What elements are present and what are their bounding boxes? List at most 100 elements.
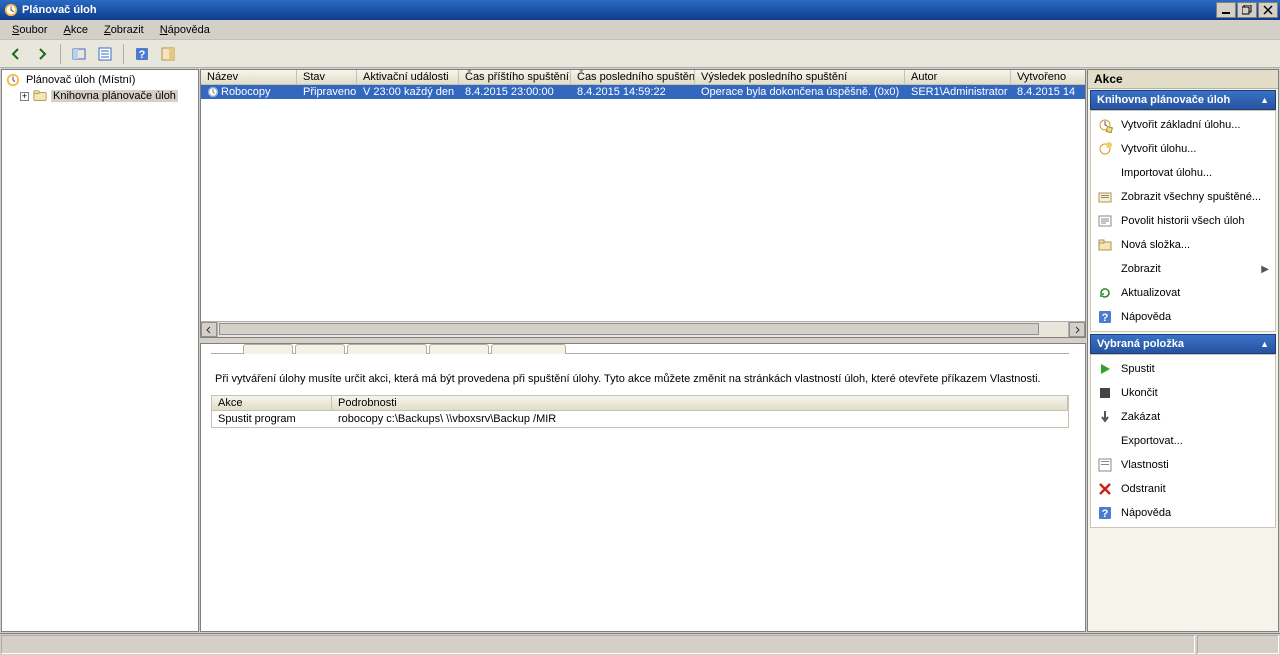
tree-root-label: Plánovač úloh (Místní): [24, 74, 137, 86]
cell-next-run: 8.4.2015 23:00:00: [459, 85, 571, 99]
menu-bar: Soubor Akce Zobrazit Nápověda: [0, 20, 1280, 40]
action-create-basic-task[interactable]: Vytvořit základní úlohu...: [1091, 113, 1275, 137]
task-list: Název Stav Aktivační události Čas příští…: [200, 69, 1086, 338]
cell-created: 8.4.2015 14: [1011, 85, 1085, 99]
actions-table: Akce Podrobnosti Spustit program robocop…: [211, 395, 1069, 428]
tree-root[interactable]: Plánovač úloh (Místní): [2, 72, 198, 88]
action-run[interactable]: Spustit: [1091, 357, 1275, 381]
collapse-icon: ▲: [1260, 95, 1269, 105]
tree-pane: Plánovač úloh (Místní) + Knihovna plánov…: [1, 69, 199, 632]
forward-button[interactable]: [30, 42, 54, 66]
refresh-icon: [1097, 285, 1113, 301]
menu-file[interactable]: Soubor: [4, 22, 55, 38]
cell-last-result: Operace byla dokončena úspěšně. (0x0): [695, 85, 905, 99]
stop-icon: [1097, 385, 1113, 401]
tab-stub[interactable]: [491, 344, 566, 354]
cell-details: robocopy c:\Backups\ \\vboxsrv\Backup /M…: [332, 411, 1068, 427]
cell-name: Robocopy: [221, 86, 271, 98]
action-create-task[interactable]: Vytvořit úlohu...: [1091, 137, 1275, 161]
clock-icon: [6, 73, 20, 87]
action-show-running[interactable]: Zobrazit všechny spuštěné...: [1091, 185, 1275, 209]
col-action[interactable]: Akce: [212, 396, 332, 410]
tree-library-label: Knihovna plánovače úloh: [51, 90, 178, 102]
col-last-run[interactable]: Čas posledního spuštění: [571, 70, 695, 84]
wizard-icon: [1097, 117, 1113, 133]
tab-stub[interactable]: [243, 344, 293, 354]
cell-triggers: V 23:00 každý den: [357, 85, 459, 99]
disable-icon: [1097, 409, 1113, 425]
help-icon: ?: [1097, 309, 1113, 325]
help-button[interactable]: ?: [130, 42, 154, 66]
action-disable[interactable]: Zakázat: [1091, 405, 1275, 429]
action-group-selected[interactable]: Vybraná položka ▲: [1090, 334, 1276, 354]
svg-text:?: ?: [139, 49, 146, 61]
action-view[interactable]: Zobrazit ▶: [1091, 257, 1275, 281]
col-created[interactable]: Vytvořeno: [1011, 70, 1086, 84]
expander-icon[interactable]: +: [20, 92, 29, 101]
cell-last-run: 8.4.2015 14:59:22: [571, 85, 695, 99]
window-title: Plánovač úloh: [22, 4, 97, 16]
actions-pane-toggle[interactable]: [156, 42, 180, 66]
cell-action: Spustit program: [212, 411, 332, 427]
menu-action[interactable]: Akce: [55, 22, 95, 38]
action-row[interactable]: Spustit program robocopy c:\Backups\ \\v…: [212, 411, 1068, 427]
properties-icon: [1097, 457, 1113, 473]
col-triggers[interactable]: Aktivační události: [357, 70, 459, 84]
cell-state: Připraveno: [297, 85, 357, 99]
tab-stub[interactable]: [295, 344, 345, 354]
tab-stub[interactable]: [347, 344, 427, 354]
col-author[interactable]: Autor: [905, 70, 1011, 84]
app-icon: [4, 3, 18, 17]
restore-button[interactable]: [1237, 2, 1257, 18]
library-icon: [33, 89, 47, 103]
menu-view[interactable]: Zobrazit: [96, 22, 152, 38]
action-group-library[interactable]: Knihovna plánovače úloh ▲: [1090, 90, 1276, 110]
action-enable-history[interactable]: Povolit historii všech úloh: [1091, 209, 1275, 233]
title-bar: Plánovač úloh: [0, 0, 1280, 20]
task-icon: [207, 86, 219, 98]
col-last-result[interactable]: Výsledek posledního spuštění: [695, 70, 905, 84]
col-name[interactable]: Název: [201, 70, 297, 84]
svg-text:?: ?: [1102, 312, 1109, 324]
task-row[interactable]: Robocopy Připraveno V 23:00 každý den 8.…: [201, 85, 1085, 99]
action-export[interactable]: Exportovat...: [1091, 429, 1275, 453]
history-icon: [1097, 213, 1113, 229]
new-task-icon: [1097, 141, 1113, 157]
svg-text:?: ?: [1102, 508, 1109, 520]
action-refresh[interactable]: Aktualizovat: [1091, 281, 1275, 305]
action-import-task[interactable]: Importovat úlohu...: [1091, 161, 1275, 185]
chevron-right-icon: ▶: [1261, 264, 1269, 275]
export-icon: [1097, 433, 1113, 449]
action-new-folder[interactable]: Nová složka...: [1091, 233, 1275, 257]
grid-header: Název Stav Aktivační události Čas příští…: [201, 70, 1085, 85]
tree-library[interactable]: + Knihovna plánovače úloh: [2, 88, 198, 104]
action-help-selected[interactable]: ? Nápověda: [1091, 501, 1275, 525]
detail-pane: Při vytváření úlohy musíte určit akci, k…: [200, 343, 1086, 632]
col-next-run[interactable]: Čas příštího spuštění: [459, 70, 571, 84]
menu-help[interactable]: Nápověda: [152, 22, 218, 38]
scroll-right-icon[interactable]: [1069, 322, 1085, 337]
status-bar: [0, 633, 1280, 655]
scroll-thumb[interactable]: [219, 323, 1039, 335]
col-state[interactable]: Stav: [297, 70, 357, 84]
collapse-icon: ▲: [1260, 339, 1269, 349]
tab-stub[interactable]: [429, 344, 489, 354]
action-properties[interactable]: Vlastnosti: [1091, 453, 1275, 477]
horizontal-scrollbar[interactable]: [201, 321, 1085, 337]
running-tasks-icon: [1097, 189, 1113, 205]
detail-description: Při vytváření úlohy musíte určit akci, k…: [215, 372, 1065, 387]
close-button[interactable]: [1258, 2, 1278, 18]
action-delete[interactable]: Odstranit: [1091, 477, 1275, 501]
scope-button[interactable]: [67, 42, 91, 66]
minimize-button[interactable]: [1216, 2, 1236, 18]
col-details[interactable]: Podrobnosti: [332, 396, 1068, 410]
scroll-left-icon[interactable]: [201, 322, 217, 337]
cell-author: SER1\Administrator: [905, 85, 1011, 99]
folder-icon: [1097, 237, 1113, 253]
help-icon: ?: [1097, 505, 1113, 521]
actions-title: Akce: [1088, 70, 1278, 89]
action-help[interactable]: ? Nápověda: [1091, 305, 1275, 329]
action-end[interactable]: Ukončit: [1091, 381, 1275, 405]
export-list-button[interactable]: [93, 42, 117, 66]
back-button[interactable]: [4, 42, 28, 66]
